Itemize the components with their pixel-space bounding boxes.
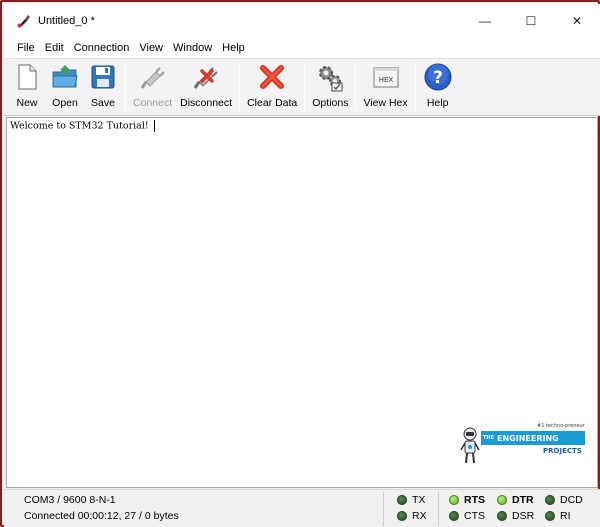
rts-led-icon bbox=[449, 495, 459, 505]
help-question-icon: ? bbox=[424, 63, 452, 91]
window-title: Untitled_0 * bbox=[38, 15, 95, 27]
save-disk-icon bbox=[91, 65, 115, 89]
maximize-button[interactable]: ☐ bbox=[508, 4, 554, 38]
logo-banner: THE ENGINEERING bbox=[481, 431, 585, 445]
toolbar: New Open Save Connect Disconnect Clear D… bbox=[4, 58, 600, 116]
logo-the: THE bbox=[483, 435, 495, 441]
rx-label: RX bbox=[412, 510, 427, 522]
tx-label: TX bbox=[412, 494, 426, 506]
toolbar-separator bbox=[304, 63, 306, 111]
disconnect-plug-icon bbox=[193, 67, 218, 89]
toolbar-separator bbox=[355, 63, 357, 111]
new-button[interactable]: New bbox=[8, 59, 46, 115]
cts-label: CTS bbox=[464, 510, 485, 522]
menu-file[interactable]: File bbox=[12, 42, 40, 54]
terminal-text: Welcome to STM32 Tutorial! bbox=[10, 120, 149, 132]
engineering-projects-logo: #1 techno-preneur THE ENGINEERING PROJEC… bbox=[459, 420, 589, 470]
signal-dtr[interactable]: DTR bbox=[497, 494, 534, 506]
svg-text:?: ? bbox=[433, 68, 443, 88]
red-x-icon bbox=[260, 65, 285, 89]
ri-label: RI bbox=[560, 510, 571, 522]
menu-edit[interactable]: Edit bbox=[40, 42, 69, 54]
toolbar-separator bbox=[239, 63, 241, 111]
logo-name: ENGINEERING bbox=[497, 433, 559, 443]
cts-led-icon bbox=[449, 511, 459, 521]
connect-button[interactable]: Connect bbox=[129, 59, 176, 115]
signal-dsr: DSR bbox=[497, 510, 534, 522]
gears-icon bbox=[319, 66, 343, 92]
clear-data-button[interactable]: Clear Data bbox=[243, 59, 301, 115]
view-hex-button[interactable]: HEX View Hex bbox=[359, 59, 411, 115]
menu-view[interactable]: View bbox=[134, 42, 168, 54]
ri-led-icon bbox=[545, 511, 555, 521]
menu-bar: File Edit Connection View Window Help bbox=[4, 38, 600, 58]
dtr-led-icon bbox=[497, 495, 507, 505]
rx-led-icon bbox=[397, 511, 407, 521]
toolbar-separator bbox=[125, 63, 126, 111]
connect-label: Connect bbox=[133, 97, 173, 109]
disconnect-label: Disconnect bbox=[180, 97, 233, 109]
app-window: Untitled_0 * — ☐ ✕ File Edit Connection … bbox=[0, 0, 600, 527]
text-caret bbox=[153, 120, 155, 132]
save-button[interactable]: Save bbox=[84, 59, 122, 115]
dcd-label: DCD bbox=[560, 494, 583, 506]
robot-mascot-icon bbox=[460, 427, 480, 464]
open-button[interactable]: Open bbox=[46, 59, 84, 115]
dtr-label: DTR bbox=[512, 494, 534, 506]
new-label: New bbox=[16, 97, 38, 109]
status-bar: COM3 / 9600 8-N-1 Connected 00:00:12, 27… bbox=[4, 489, 600, 527]
minimize-button[interactable]: — bbox=[462, 4, 508, 38]
save-label: Save bbox=[91, 97, 115, 109]
title-bar[interactable]: Untitled_0 * — ☐ ✕ bbox=[4, 4, 600, 38]
options-label: Options bbox=[312, 97, 349, 109]
toolbar-separator bbox=[414, 63, 416, 111]
dsr-led-icon bbox=[497, 511, 507, 521]
menu-window[interactable]: Window bbox=[168, 42, 217, 54]
terminal-app-icon bbox=[17, 15, 30, 28]
signal-rts[interactable]: RTS bbox=[449, 494, 485, 506]
menu-connection[interactable]: Connection bbox=[69, 42, 135, 54]
options-button[interactable]: Options bbox=[308, 59, 352, 115]
close-button[interactable]: ✕ bbox=[554, 4, 600, 38]
open-folder-icon bbox=[52, 65, 78, 88]
signal-separator bbox=[438, 492, 439, 526]
logo-sub: PROJECTS bbox=[543, 447, 582, 455]
dsr-label: DSR bbox=[512, 510, 535, 522]
help-button[interactable]: ? Help bbox=[419, 59, 457, 115]
signal-cts: CTS bbox=[449, 510, 485, 522]
connection-info: Connected 00:00:12, 27 / 0 bytes bbox=[24, 510, 179, 522]
rts-label: RTS bbox=[464, 494, 485, 506]
new-file-icon bbox=[18, 64, 37, 90]
hex-view-icon: HEX bbox=[373, 67, 399, 88]
terminal-output-area[interactable]: Welcome to STM32 Tutorial! #1 techno-pre… bbox=[6, 117, 598, 488]
clear-data-label: Clear Data bbox=[247, 97, 298, 109]
port-settings: COM3 / 9600 8-N-1 bbox=[24, 494, 116, 506]
connection-status-panel: COM3 / 9600 8-N-1 Connected 00:00:12, 27… bbox=[12, 492, 384, 526]
signal-ri: RI bbox=[545, 510, 571, 522]
view-hex-label: View Hex bbox=[363, 97, 408, 109]
window-controls: — ☐ ✕ bbox=[462, 4, 600, 38]
disconnect-button[interactable]: Disconnect bbox=[176, 59, 236, 115]
menu-help[interactable]: Help bbox=[217, 42, 250, 54]
signal-dcd: DCD bbox=[545, 494, 583, 506]
open-label: Open bbox=[52, 97, 78, 109]
signal-rx: RX bbox=[397, 510, 427, 522]
logo-tagline: #1 techno-preneur bbox=[537, 423, 585, 429]
help-label: Help bbox=[426, 97, 449, 109]
plug-icon bbox=[140, 67, 165, 89]
dcd-led-icon bbox=[545, 495, 555, 505]
hex-badge-text: HEX bbox=[378, 76, 393, 84]
tx-led-icon bbox=[397, 495, 407, 505]
terminal-text-line: Welcome to STM32 Tutorial! bbox=[10, 120, 155, 132]
signal-tx: TX bbox=[397, 494, 425, 506]
